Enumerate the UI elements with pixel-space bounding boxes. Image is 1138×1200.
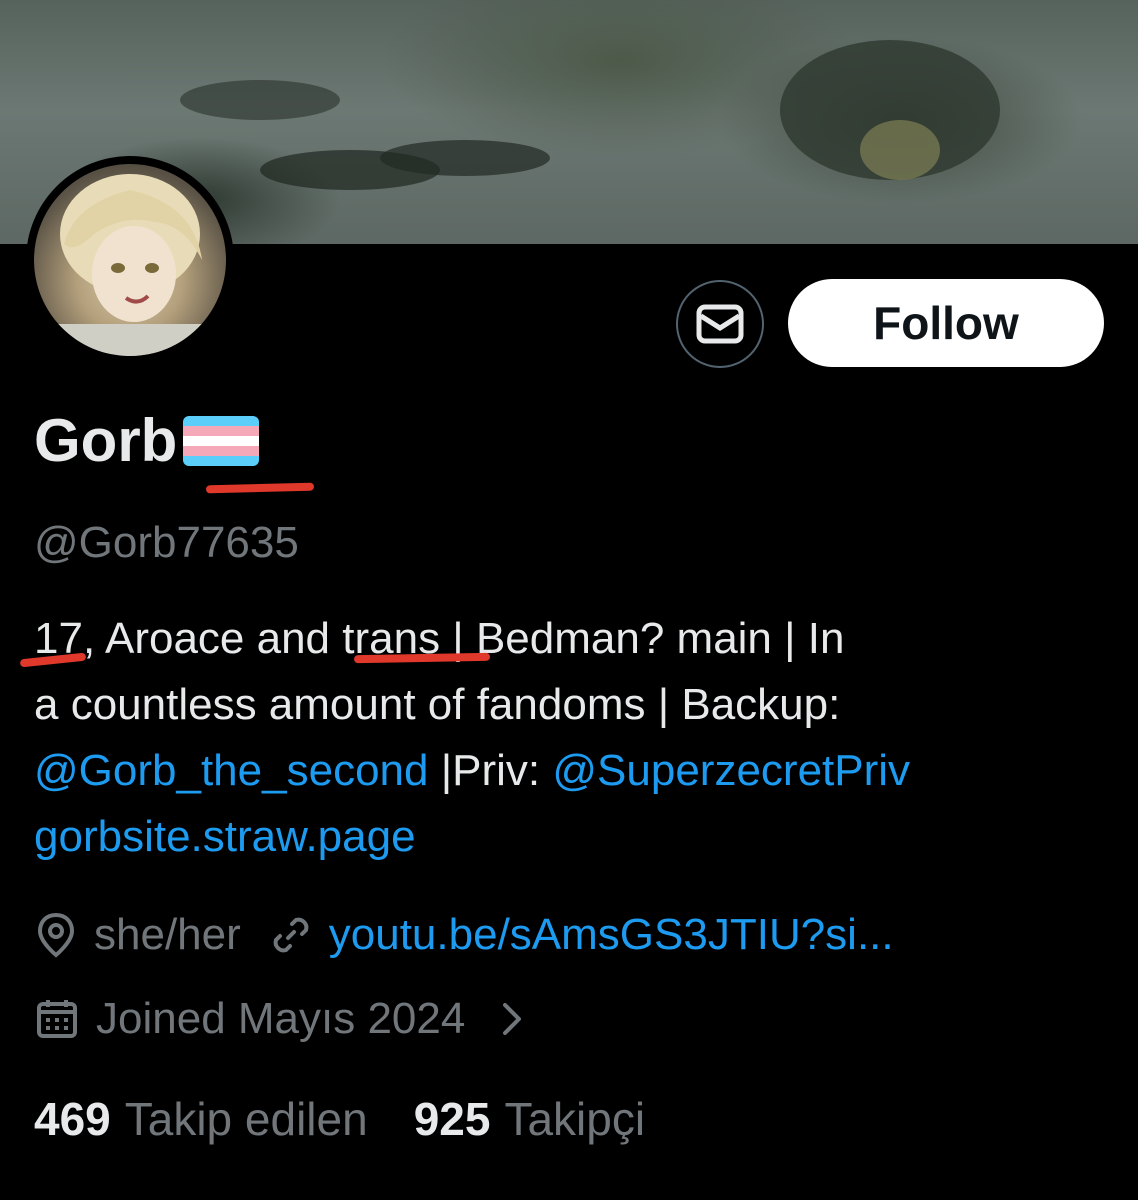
- following-stat[interactable]: 469 Takip edilen: [34, 1092, 368, 1146]
- location-pin-icon: [37, 912, 75, 958]
- transgender-flag-icon: [183, 415, 260, 466]
- joined-date: Joined Mayıs 2024: [96, 994, 466, 1043]
- display-name-row: Gorb: [34, 406, 260, 475]
- envelope-icon: [696, 304, 744, 344]
- backup-account-link[interactable]: @Gorb_the_second: [34, 746, 428, 795]
- following-count: 469: [34, 1093, 111, 1145]
- profile-location: she/her: [94, 910, 241, 959]
- profile-handle: @Gorb77635: [34, 518, 299, 567]
- meta-row-location: she/her youtu.be/sAmsGS3JTIU?si...: [36, 910, 894, 960]
- bio-line-2: a countless amount of fandoms | Backup:: [34, 680, 841, 729]
- following-label: Takip edilen: [124, 1093, 368, 1145]
- follow-button[interactable]: Follow: [788, 279, 1104, 367]
- followers-count: 925: [413, 1093, 491, 1145]
- display-name: Gorb: [34, 407, 178, 474]
- chevron-right-icon[interactable]: [501, 1001, 523, 1037]
- avatar-image: [34, 164, 226, 356]
- profile-bio: 17, Aroace and trans | Bedman? main | In…: [34, 606, 1104, 870]
- private-account-link[interactable]: @SuperzecretPriv: [552, 746, 910, 795]
- annotation-underline-name: [205, 482, 315, 494]
- followers-label: Takipçi: [504, 1093, 646, 1145]
- avatar[interactable]: [26, 156, 234, 364]
- profile-stats: 469 Takip edilen 925 Takipçi: [34, 1092, 645, 1146]
- profile-website-link[interactable]: youtu.be/sAmsGS3JTIU?si...: [329, 910, 894, 960]
- message-button[interactable]: [676, 280, 764, 368]
- bio-line-3: @Gorb_the_second |Priv: @SuperzecretPriv: [34, 746, 911, 795]
- link-icon: [273, 917, 309, 953]
- meta-row-joined: Joined Mayıs 2024: [36, 994, 541, 1044]
- followers-stat[interactable]: 925 Takipçi: [414, 1092, 645, 1146]
- calendar-icon: [37, 1000, 77, 1038]
- bio-website-link[interactable]: gorbsite.straw.page: [34, 804, 1104, 870]
- bio-line-1: 17, Aroace and trans | Bedman? main | In: [34, 614, 845, 663]
